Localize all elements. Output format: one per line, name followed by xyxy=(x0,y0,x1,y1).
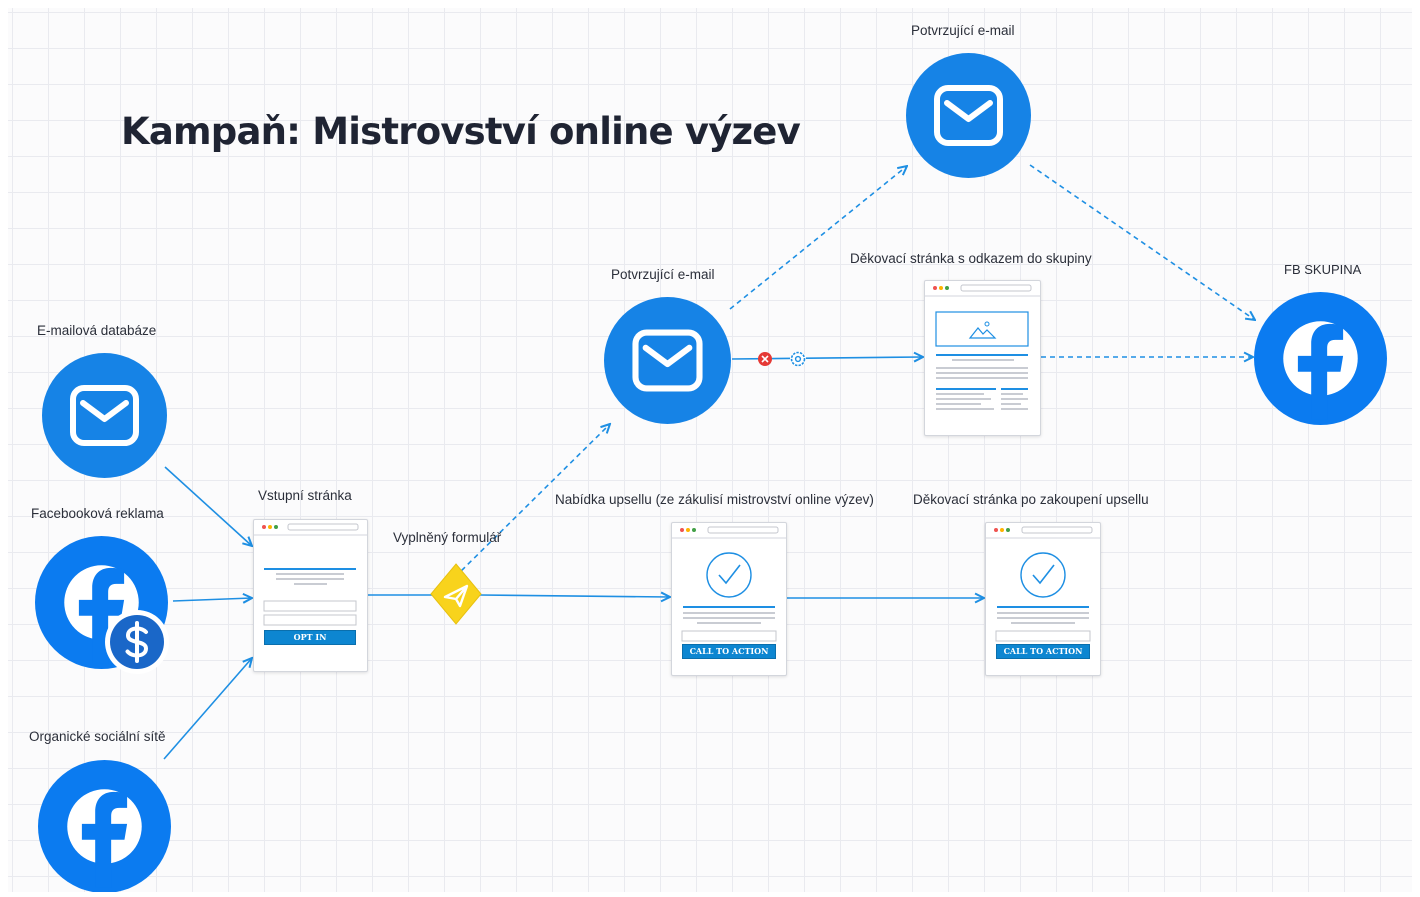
diagram-canvas: Kampaň: Mistrovství online výzev E-mailo… xyxy=(8,8,1412,892)
facebook-icon xyxy=(1283,321,1358,420)
fb-group-node[interactable] xyxy=(1254,292,1387,425)
label-form-filled: Vyplněný formulář xyxy=(393,530,502,545)
envelope-icon xyxy=(632,329,703,392)
label-fb-group: FB SKUPINA xyxy=(1284,262,1362,277)
thank-you-group-page-node[interactable] xyxy=(924,280,1041,436)
label-upsell-offer: Nabídka upsellu (ze zákulisí mistrovství… xyxy=(555,492,874,507)
link-fbads-landing xyxy=(172,598,252,601)
organic-social-node[interactable] xyxy=(38,760,171,892)
checkmark-icon xyxy=(706,552,752,598)
link-organic-landing xyxy=(163,658,252,760)
confirm-email-mid-node[interactable] xyxy=(604,297,731,424)
label-upsell-thanks: Děkovací stránka po zakoupení upsellu xyxy=(913,492,1149,507)
envelope-icon xyxy=(934,85,1003,146)
label-confirm-email-top: Potvrzující e-mail xyxy=(911,23,1015,38)
label-confirm-email-mid: Potvrzující e-mail xyxy=(611,267,715,282)
cta-button-upsell-thanks[interactable]: CALL TO ACTION xyxy=(996,644,1090,659)
cta-button-upsell[interactable]: CALL TO ACTION xyxy=(682,644,776,659)
upsell-thanks-page-node[interactable]: CALL TO ACTION xyxy=(985,522,1101,676)
label-facebook-ads: Facebooková reklama xyxy=(31,506,164,521)
label-organic-social: Organické sociální sítě xyxy=(29,729,166,744)
gear-icon[interactable] xyxy=(790,351,806,367)
thank-you-group-preview xyxy=(925,284,1040,410)
label-thank-you-group: Děkovací stránka s odkazem do skupiny xyxy=(850,251,1092,266)
dollar-icon xyxy=(105,610,169,674)
landing-page-preview xyxy=(254,523,367,626)
paper-plane-icon xyxy=(430,563,482,625)
envelope-icon xyxy=(70,385,139,446)
facebook-icon xyxy=(67,789,142,888)
link-emaildb-landing xyxy=(164,466,252,546)
label-landing-page: Vstupní stránka xyxy=(258,488,352,503)
confirm-email-top-node[interactable] xyxy=(906,53,1031,178)
landing-page-node[interactable]: OPT IN xyxy=(253,519,368,672)
form-filled-node[interactable] xyxy=(427,561,485,627)
checkmark-icon xyxy=(1020,552,1066,598)
upsell-page-node[interactable]: CALL TO ACTION xyxy=(671,522,787,676)
label-email-database: E-mailová databáze xyxy=(37,323,157,338)
dollar-badge xyxy=(104,609,170,675)
link-form-upsell xyxy=(479,595,670,597)
email-database-node[interactable] xyxy=(42,353,167,478)
link-email-email-top xyxy=(729,166,907,310)
link-email-top-fbgroup xyxy=(1029,164,1255,320)
opt-in-button[interactable]: OPT IN xyxy=(264,630,356,645)
x-circle-icon[interactable] xyxy=(758,352,772,366)
connectors xyxy=(163,164,1412,760)
